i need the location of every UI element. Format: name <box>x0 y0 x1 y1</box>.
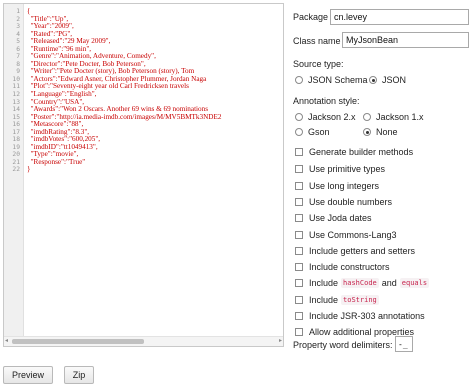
scroll-right-icon[interactable]: ▸ <box>279 338 282 345</box>
radio-circle-icon[interactable] <box>295 76 303 84</box>
line-number: 21 <box>12 158 20 166</box>
json-editor[interactable]: 1 2 3 4 5 6 7 8 9 10 11 12 13 14 15 16 17 18 19 20 21 22 { "T… <box>3 3 284 347</box>
delimiters-input[interactable] <box>395 336 413 352</box>
checkbox-icon[interactable] <box>295 296 303 304</box>
annotation-style-label: Annotation style: <box>293 96 360 106</box>
checkbox-label: Use long integers <box>309 181 380 191</box>
checkbox-label: Use Commons-Lang3 <box>309 230 397 240</box>
checkbox-jsr303[interactable]: Include JSR-303 annotations <box>295 311 425 321</box>
line-number: 2 <box>16 15 20 23</box>
json-code-area[interactable]: { "Title":"Up", "Year":"2009", "Rated":"… <box>27 8 283 337</box>
checkbox-double-numbers[interactable]: Use double numbers <box>295 197 392 207</box>
radio-selected-icon[interactable] <box>363 128 371 136</box>
line-number: 20 <box>12 151 20 159</box>
checkbox-icon[interactable] <box>295 182 303 190</box>
checkbox-hashcode-equals[interactable]: Include hashCode and equals <box>295 278 432 288</box>
checkbox-commons-lang3[interactable]: Use Commons-Lang3 <box>295 230 397 240</box>
checkbox-icon[interactable] <box>295 328 303 336</box>
line-number-gutter: 1 2 3 4 5 6 7 8 9 10 11 12 13 14 15 16 17 18 19 20 21 22 <box>4 4 24 337</box>
radio-none[interactable]: None <box>363 127 398 137</box>
preview-button[interactable]: Preview <box>3 366 53 384</box>
line-number: 22 <box>12 166 20 174</box>
radio-circle-icon[interactable] <box>363 113 371 121</box>
class-name-input[interactable] <box>342 32 469 48</box>
checkbox-icon[interactable] <box>295 312 303 320</box>
checkbox-getters-setters[interactable]: Include getters and setters <box>295 246 415 256</box>
line-number: 11 <box>12 83 20 91</box>
checkbox-icon[interactable] <box>295 247 303 255</box>
code-line: "Response":"True" <box>27 157 86 166</box>
checkbox-icon[interactable] <box>295 165 303 173</box>
radio-json-schema[interactable]: JSON Schema <box>295 75 368 85</box>
line-number: 8 <box>16 60 20 68</box>
line-number: 15 <box>12 113 20 121</box>
line-number: 7 <box>16 53 20 61</box>
radio-selected-icon[interactable] <box>369 76 377 84</box>
checkbox-icon[interactable] <box>295 198 303 206</box>
zip-button[interactable]: Zip <box>64 366 94 384</box>
equals-code: equals <box>399 278 430 288</box>
hashcode-code: hashCode <box>341 278 379 288</box>
radio-jackson1[interactable]: Jackson 1.x <box>363 112 424 122</box>
radio-json[interactable]: JSON <box>369 75 406 85</box>
line-number: 18 <box>12 136 20 144</box>
checkbox-label: Include JSR-303 annotations <box>309 311 425 321</box>
line-number: 12 <box>12 91 20 99</box>
checkbox-generate-builder[interactable]: Generate builder methods <box>295 147 413 157</box>
radio-label: JSON Schema <box>308 75 368 85</box>
line-number: 1 <box>16 8 20 15</box>
checkbox-label: Use primitive types <box>309 164 386 174</box>
radio-jackson2[interactable]: Jackson 2.x <box>295 112 356 122</box>
line-number: 16 <box>12 121 20 129</box>
radio-label: Jackson 1.x <box>376 112 424 122</box>
radio-circle-icon[interactable] <box>295 128 303 136</box>
checkbox-icon[interactable] <box>295 263 303 271</box>
checkbox-icon[interactable] <box>295 148 303 156</box>
radio-gson[interactable]: Gson <box>295 127 330 137</box>
line-number: 10 <box>12 75 20 83</box>
checkbox-icon[interactable] <box>295 214 303 222</box>
radio-label: None <box>376 127 398 137</box>
checkbox-icon[interactable] <box>295 231 303 239</box>
line-number: 6 <box>16 45 20 53</box>
checkbox-label: Include constructors <box>309 262 390 272</box>
checkbox-joda-dates[interactable]: Use Joda dates <box>295 213 372 223</box>
radio-label: JSON <box>382 75 407 85</box>
and-label: and <box>381 278 397 288</box>
package-input[interactable] <box>330 9 469 25</box>
source-type-label: Source type: <box>293 59 344 69</box>
radio-label: Gson <box>308 127 330 137</box>
checkbox-label: Generate builder methods <box>309 147 414 157</box>
package-label: Package <box>293 12 329 22</box>
checkbox-label: Include <box>309 295 339 305</box>
delimiters-label: Property word delimiters: <box>293 340 393 350</box>
line-number: 9 <box>16 68 20 76</box>
checkbox-label: Use Joda dates <box>309 213 372 223</box>
radio-label: Jackson 2.x <box>308 112 356 122</box>
checkbox-label: Use double numbers <box>309 197 393 207</box>
line-number: 17 <box>12 128 20 136</box>
code-line: } <box>27 165 31 174</box>
line-number: 3 <box>16 23 20 31</box>
checkbox-icon[interactable] <box>295 279 303 287</box>
radio-circle-icon[interactable] <box>295 113 303 121</box>
checkbox-label: Include getters and setters <box>309 246 416 256</box>
line-number: 4 <box>16 30 20 38</box>
line-number: 13 <box>12 98 20 106</box>
line-number: 5 <box>16 38 20 46</box>
checkbox-primitive-types[interactable]: Use primitive types <box>295 164 385 174</box>
checkbox-tostring[interactable]: Include toString <box>295 295 382 305</box>
horizontal-scrollbar[interactable]: ◂ ▸ <box>4 336 283 346</box>
tostring-code: toString <box>341 295 379 305</box>
line-number: 14 <box>12 106 20 114</box>
checkbox-constructors[interactable]: Include constructors <box>295 262 390 272</box>
line-number: 19 <box>12 143 20 151</box>
checkbox-label: Include <box>309 278 339 288</box>
class-name-label: Class name <box>293 36 341 46</box>
checkbox-long-integers[interactable]: Use long integers <box>295 181 379 191</box>
scrollbar-thumb[interactable] <box>12 339 144 344</box>
scroll-left-icon[interactable]: ◂ <box>5 338 8 345</box>
